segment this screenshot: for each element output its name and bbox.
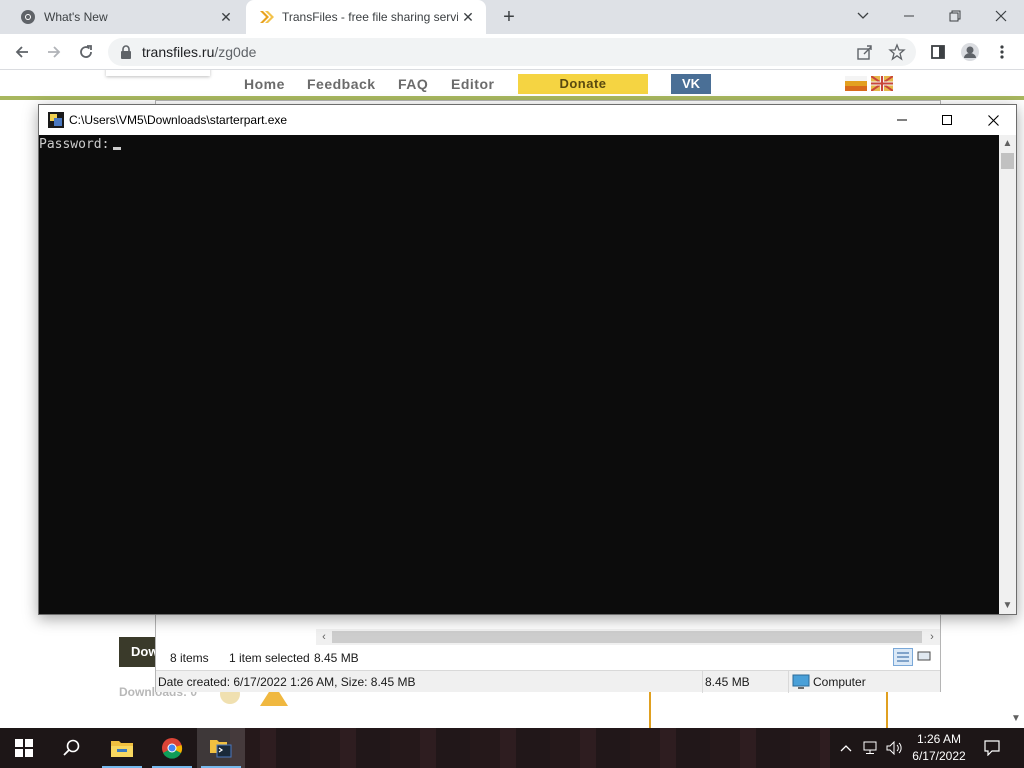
explorer-status-bar: 8 items 1 item selected 8.45 MB — [156, 647, 940, 669]
vk-button[interactable]: VK — [671, 74, 711, 94]
details-view-icon[interactable] — [893, 648, 913, 666]
menu-kebab-icon[interactable] — [988, 38, 1016, 66]
site-nav: Home Feedback FAQ Editor Donate VK — [0, 70, 1024, 98]
password-prompt: Password: — [39, 137, 122, 152]
tab-title: TransFiles - free file sharing servi — [282, 10, 458, 24]
network-icon[interactable] — [860, 728, 882, 768]
tab-whats-new[interactable]: What's New ✕ — [8, 0, 244, 34]
file-details: Date created: 6/17/2022 1:26 AM, Size: 8… — [158, 675, 416, 689]
windows-logo-icon — [15, 739, 33, 757]
console-titlebar[interactable]: C:\Users\VM5\Downloads\starterpart.exe — [39, 105, 1016, 135]
taskbar-chrome[interactable] — [148, 728, 196, 768]
console-close-icon[interactable] — [970, 105, 1016, 135]
chrome-icon — [162, 738, 183, 759]
profile-avatar-icon[interactable] — [956, 38, 984, 66]
selected-count: 1 item selected — [229, 651, 310, 665]
lock-icon — [121, 45, 131, 59]
new-tab-button[interactable]: + — [498, 6, 520, 28]
text-cursor — [113, 147, 122, 150]
console-window: C:\Users\VM5\Downloads\starterpart.exe P… — [38, 104, 1017, 615]
reload-icon[interactable] — [72, 38, 100, 66]
divider-line — [886, 690, 888, 728]
nav-feedback[interactable]: Feedback — [307, 76, 376, 92]
scroll-up-icon[interactable]: ▲ — [999, 135, 1016, 152]
scroll-thumb[interactable] — [1001, 153, 1014, 169]
restore-icon[interactable] — [932, 0, 978, 32]
volume-icon[interactable] — [884, 728, 906, 768]
header-tab-shape — [106, 70, 210, 76]
console-app-icon — [210, 740, 232, 758]
scroll-left-icon[interactable]: ‹ — [316, 629, 332, 645]
search-icon — [63, 739, 80, 756]
tab-transfiles[interactable]: TransFiles - free file sharing servi ✕ — [246, 0, 486, 34]
russian-flag-icon[interactable] — [845, 76, 867, 91]
share-icon[interactable] — [856, 43, 874, 61]
console-vertical-scrollbar[interactable]: ▲ ▼ — [999, 135, 1016, 614]
donate-button[interactable]: Donate — [518, 74, 648, 94]
computer-icon — [792, 674, 810, 689]
console-minimize-icon[interactable] — [879, 105, 925, 135]
nav-home[interactable]: Home — [244, 76, 285, 92]
file-explorer-icon — [111, 741, 133, 757]
windows-taskbar: 1:26 AM 6/17/2022 — [0, 728, 1024, 768]
nav-editor[interactable]: Editor — [451, 76, 494, 92]
url-path: /zg0de — [214, 44, 257, 60]
tab-search-icon[interactable] — [840, 0, 886, 32]
clock-time: 1:26 AM — [916, 732, 962, 746]
prompt-text: Password: — [39, 137, 110, 152]
large-icons-view-icon[interactable] — [915, 648, 935, 666]
file-size: 8.45 MB — [705, 675, 750, 689]
console-title: C:\Users\VM5\Downloads\starterpart.exe — [69, 113, 288, 127]
taskbar-console-app[interactable] — [197, 728, 245, 768]
url-text: transfiles.ru/zg0de — [142, 44, 256, 60]
taskbar-file-explorer[interactable] — [98, 728, 146, 768]
notifications-icon[interactable] — [978, 728, 1006, 768]
back-icon[interactable] — [8, 38, 36, 66]
show-hidden-icons-icon[interactable] — [836, 728, 856, 768]
wallpaper-strip — [230, 728, 830, 768]
scroll-thumb[interactable] — [332, 631, 922, 643]
selected-size: 8.45 MB — [314, 651, 359, 665]
page-scroll-down-icon[interactable]: ▼ — [1008, 711, 1024, 727]
console-output[interactable]: Password: — [39, 135, 999, 614]
explorer-horizontal-scrollbar[interactable]: ‹ › — [316, 629, 940, 645]
console-app-icon — [48, 112, 64, 128]
start-button[interactable] — [0, 728, 48, 768]
system-clock[interactable]: 1:26 AM 6/17/2022 — [908, 731, 970, 765]
uk-flag-icon[interactable] — [871, 76, 893, 91]
item-count: 8 items — [170, 651, 209, 665]
separator — [788, 671, 789, 693]
forward-icon[interactable] — [40, 38, 68, 66]
console-maximize-icon[interactable] — [924, 105, 970, 135]
scroll-right-icon[interactable]: › — [924, 629, 940, 645]
close-window-icon[interactable] — [978, 0, 1024, 32]
location-label: Computer — [813, 675, 866, 689]
close-tab-icon[interactable]: ✕ — [458, 7, 478, 27]
scroll-down-icon[interactable]: ▼ — [999, 597, 1016, 614]
transfiles-chevron-icon — [260, 11, 274, 23]
tab-title: What's New — [44, 10, 108, 24]
address-bar[interactable]: transfiles.ru/zg0de — [108, 38, 916, 66]
url-host: transfiles.ru — [142, 44, 215, 60]
side-panel-icon[interactable] — [924, 38, 952, 66]
nav-faq[interactable]: FAQ — [398, 76, 428, 92]
separator — [702, 671, 703, 693]
divider-line — [649, 690, 651, 728]
browser-toolbar: transfiles.ru/zg0de — [0, 34, 1024, 70]
bookmark-star-icon[interactable] — [888, 43, 906, 61]
chrome-logo-icon — [21, 10, 35, 24]
explorer-details-bar: Date created: 6/17/2022 1:26 AM, Size: 8… — [156, 670, 940, 693]
search-button[interactable] — [48, 728, 96, 768]
minimize-icon[interactable] — [886, 0, 932, 32]
browser-tabstrip: What's New ✕ TransFiles - free file shar… — [0, 0, 1024, 34]
clock-date: 6/17/2022 — [912, 749, 966, 763]
close-tab-icon[interactable]: ✕ — [216, 7, 236, 27]
